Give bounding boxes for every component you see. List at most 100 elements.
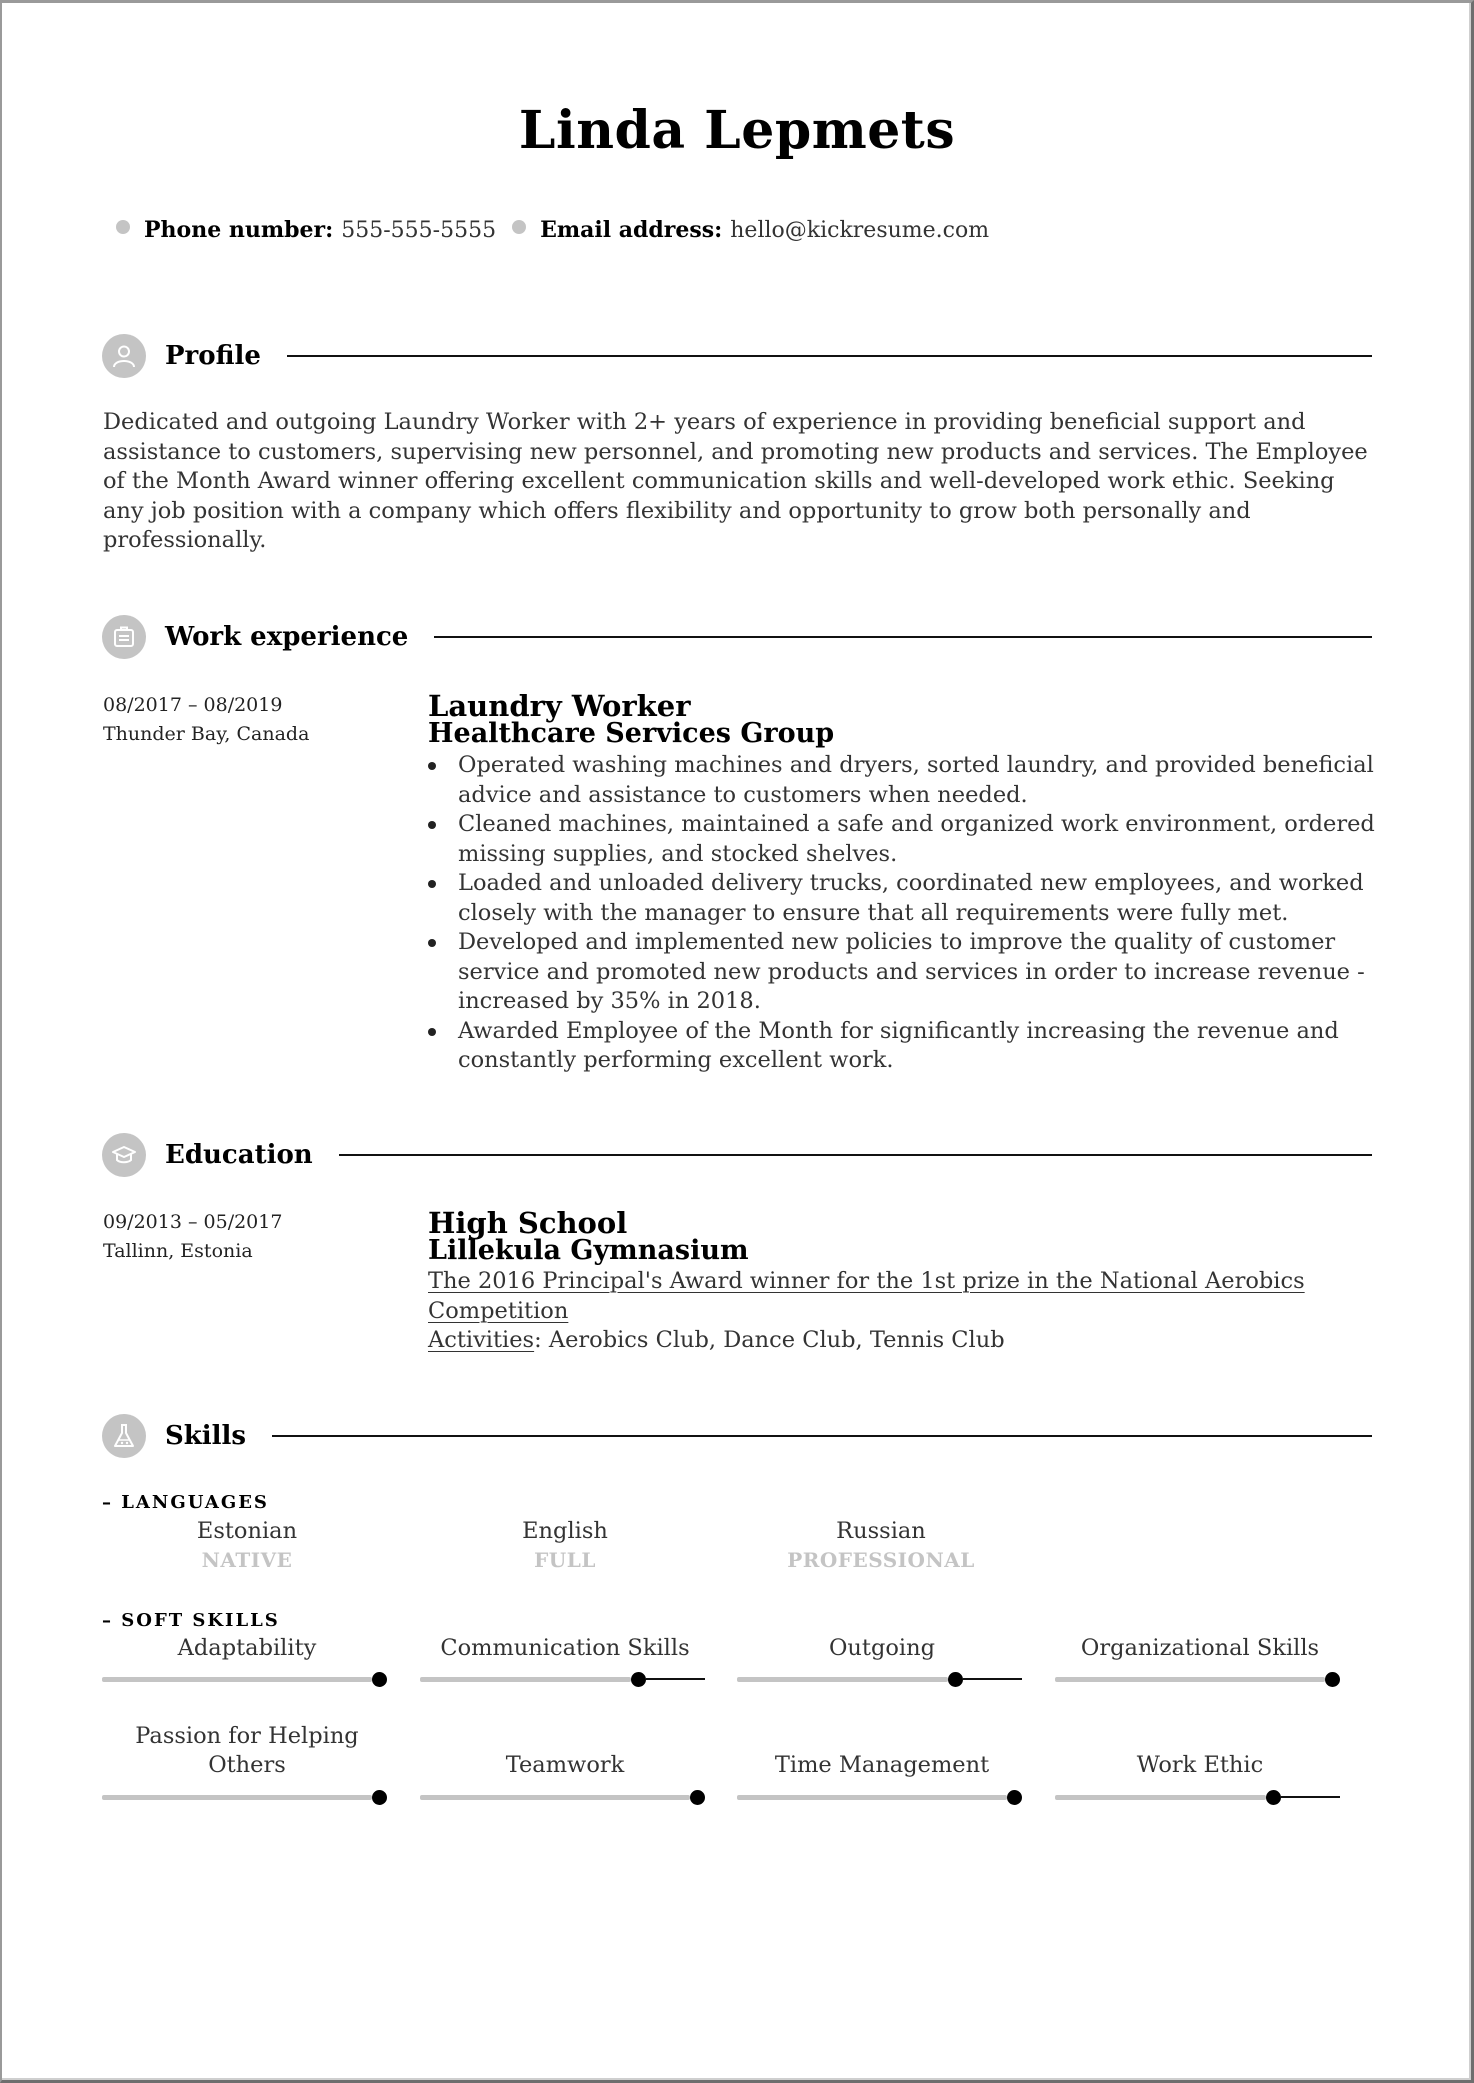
slider-knob[interactable] [372,1672,387,1687]
email-label: Email address: [540,217,723,243]
soft-skill-name: Passion for Helping Others [135,1723,359,1778]
job-bullet: Developed and implemented new policies t… [428,928,1378,1017]
section-divider [434,636,1372,638]
phone-label: Phone number: [144,217,334,243]
job-dates: 08/2017 – 08/2019 [103,694,283,716]
slider-fill [1055,1795,1266,1800]
candidate-name: Linda Lepmets [518,100,956,161]
soft-skill-item: Work Ethic [1055,1722,1345,1805]
phone-value[interactable]: 555-555-5555 [341,218,496,243]
slider-knob[interactable] [631,1672,646,1687]
language-level: FULL [534,1548,596,1572]
activities-label: Activities [428,1327,535,1353]
slider-fill [420,1795,690,1800]
language-item: Estonian NATIVE [102,1517,392,1575]
soft-skill-name: Outgoing [828,1635,936,1661]
soft-skill-item: Time Management [737,1722,1027,1805]
education-activities: Activities: Aerobics Club, Dance Club, T… [428,1326,1378,1356]
slider-remainder [1281,1796,1340,1798]
section-title: Skills [165,1421,247,1451]
job-meta: 08/2017 – 08/2019 Thunder Bay, Canada [103,691,309,749]
education-school: Lillekula Gymnasium [428,1235,749,1266]
education-award: The 2016 Principal's Award winner for th… [428,1267,1308,1326]
education-degree: High School [428,1206,628,1240]
soft-skill-name: Organizational Skills [1080,1635,1320,1661]
skills-section-header: Skills [102,1413,1372,1459]
soft-skill-name: Time Management [774,1752,990,1778]
skill-level-slider[interactable] [102,1672,387,1687]
language-item: Russian PROFESSIONAL [736,1517,1026,1575]
job-location: Thunder Bay, Canada [103,723,310,745]
section-divider [286,355,1372,357]
slider-fill [102,1677,372,1682]
section-title: Education [165,1140,313,1170]
language-name: Estonian [196,1518,298,1544]
job-title: Laundry Worker [428,689,691,723]
bullet-dot-icon [116,220,130,234]
slider-knob[interactable] [948,1672,963,1687]
skill-level-slider[interactable] [420,1790,705,1805]
education-meta: 09/2013 – 05/2017 Tallinn, Estonia [103,1208,282,1266]
graduation-cap-icon [102,1133,146,1177]
education-section-header: Education [102,1132,1372,1178]
award-text: The 2016 Principal's Award winner for th… [428,1268,1305,1324]
education-dates: 09/2013 – 05/2017 [103,1211,283,1233]
slider-knob[interactable] [372,1790,387,1805]
soft-skill-item: Passion for Helping Others [102,1722,392,1805]
job-bullets: Operated washing machines and dryers, so… [428,751,1378,1076]
flask-icon [102,1414,146,1458]
section-divider [338,1154,1372,1156]
activities-list: : Aerobics Club, Dance Club, Tennis Club [534,1327,1005,1353]
soft-skill-item: Adaptability [102,1634,392,1687]
education-details: High School Lillekula Gymnasium The 2016… [428,1209,1378,1356]
profile-section-header: Profile [102,333,1372,379]
language-level: NATIVE [201,1548,293,1572]
skill-level-slider[interactable] [737,1790,1022,1805]
work-section-header: Work experience [102,614,1372,660]
skill-level-slider[interactable] [420,1672,705,1687]
job-bullet: Operated washing machines and dryers, so… [428,751,1378,810]
language-name: Russian [836,1518,926,1544]
slider-knob[interactable] [690,1790,705,1805]
soft-skill-item: Teamwork [420,1722,710,1805]
slider-knob[interactable] [1266,1790,1281,1805]
language-item: English FULL [420,1517,710,1575]
section-divider [272,1435,1372,1437]
soft-skill-name: Communication Skills [440,1635,690,1661]
email-value[interactable]: hello@kickresume.com [730,218,989,243]
skill-level-slider[interactable] [102,1790,387,1805]
soft-skill-item: Communication Skills [420,1634,710,1687]
languages-heading: – LANGUAGES [102,1492,269,1513]
user-icon [102,334,146,378]
slider-knob[interactable] [1325,1672,1340,1687]
language-level: PROFESSIONAL [787,1548,975,1572]
skill-level-slider[interactable] [737,1672,1022,1687]
slider-fill [102,1795,372,1800]
profile-summary: Dedicated and outgoing Laundry Worker wi… [103,409,1368,553]
job-company: Healthcare Services Group [428,718,835,749]
education-location: Tallinn, Estonia [103,1240,253,1262]
soft-skill-item: Outgoing [737,1634,1027,1687]
soft-skill-name: Adaptability [177,1635,317,1661]
soft-skill-name: Work Ethic [1136,1752,1264,1778]
slider-fill [737,1795,1007,1800]
job-details: Laundry Worker Healthcare Services Group… [428,692,1378,1076]
contact-bar: Phone number: 555-555-5555 Email address… [116,215,1005,245]
skill-level-slider[interactable] [1055,1672,1340,1687]
soft-skill-item: Organizational Skills [1055,1634,1345,1687]
section-title: Work experience [165,622,409,652]
slider-fill [1055,1677,1325,1682]
soft-skill-name: Teamwork [505,1752,625,1778]
job-bullet: Loaded and unloaded delivery trucks, coo… [428,869,1378,928]
slider-remainder [963,1678,1022,1680]
slider-fill [737,1677,948,1682]
job-bullet: Awarded Employee of the Month for signif… [428,1017,1378,1076]
job-bullet: Cleaned machines, maintained a safe and … [428,810,1378,869]
language-name: English [522,1518,608,1544]
skill-level-slider[interactable] [1055,1790,1340,1805]
slider-knob[interactable] [1007,1790,1022,1805]
slider-fill [420,1677,631,1682]
briefcase-icon [102,615,146,659]
slider-remainder [646,1678,705,1680]
soft-skills-heading: – SOFT SKILLS [102,1610,280,1631]
